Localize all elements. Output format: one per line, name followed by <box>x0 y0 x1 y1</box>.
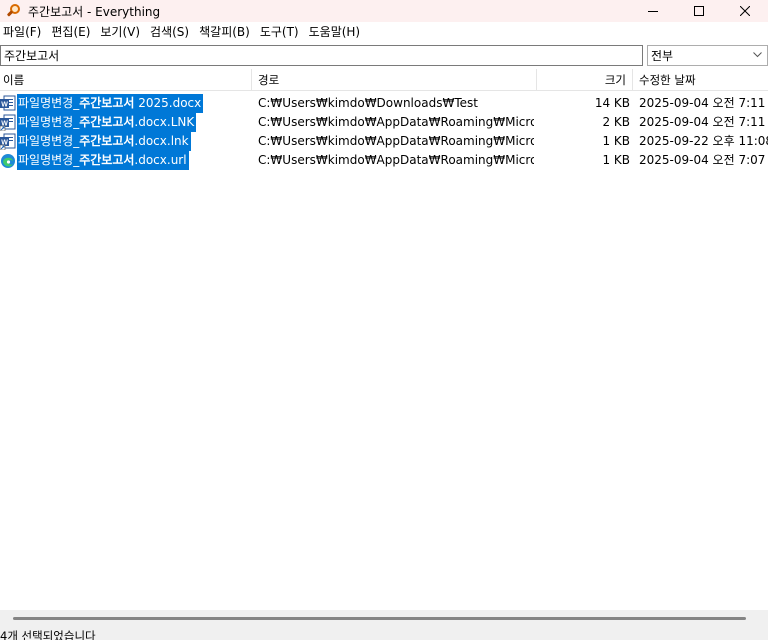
status-text: 4개 선택되었습니다 <box>0 629 96 640</box>
column-date[interactable]: 수정한 날짜 <box>639 69 696 91</box>
results-list: W 파일명변경_주간보고서 2025.docx C:₩Users₩kimdo₩D… <box>0 94 768 170</box>
column-divider[interactable] <box>536 69 537 91</box>
file-date: 2025-09-04 오전 7:11 <box>639 96 766 110</box>
filter-dropdown[interactable]: 전부 <box>647 45 768 66</box>
menu-help[interactable]: 도움말(H) <box>305 22 367 43</box>
column-path[interactable]: 경로 <box>258 69 279 91</box>
file-size: 14 KB <box>594 96 630 110</box>
title-bar: 주간보고서 - Everything <box>0 0 768 22</box>
word-shortcut-icon: W <box>0 114 16 131</box>
menu-file[interactable]: 파일(F) <box>0 22 47 43</box>
column-size[interactable]: 크기 <box>540 69 626 91</box>
file-date: 2025-09-04 오전 7:11 <box>639 115 766 129</box>
menu-tools[interactable]: 도구(T) <box>256 22 305 43</box>
menu-bar: 파일(F) 편집(E) 보기(V) 검색(S) 책갈피(B) 도구(T) 도움말… <box>0 22 768 43</box>
close-icon <box>740 6 750 16</box>
file-name[interactable]: 파일명변경_주간보고서 2025.docx <box>17 94 204 113</box>
file-date: 2025-09-04 오전 7:07 <box>639 153 766 167</box>
menu-view[interactable]: 보기(V) <box>96 22 146 43</box>
file-size: 1 KB <box>602 153 630 167</box>
menu-edit[interactable]: 편집(E) <box>47 22 96 43</box>
word-shortcut-icon: W <box>0 133 16 150</box>
menu-search[interactable]: 검색(S) <box>146 22 195 43</box>
magnifier-icon <box>6 3 22 19</box>
table-row[interactable]: 파일명변경_주간보고서.docx.url C:₩Users₩kimdo₩AppD… <box>0 151 768 170</box>
column-divider[interactable] <box>251 69 252 91</box>
file-size: 2 KB <box>602 115 630 129</box>
chevron-down-icon <box>753 52 762 58</box>
scrollbar-thumb[interactable] <box>13 617 746 620</box>
file-path: C:₩Users₩kimdo₩AppData₩Roaming₩Microsoft… <box>258 153 534 167</box>
file-path: C:₩Users₩kimdo₩Downloads₩Test <box>258 96 478 110</box>
filter-value: 전부 <box>651 49 674 63</box>
file-date: 2025-09-22 오후 11:08 <box>639 134 768 148</box>
horizontal-scrollbar[interactable] <box>0 610 768 626</box>
file-name[interactable]: 파일명변경_주간보고서.docx.LNK <box>17 113 197 132</box>
column-name[interactable]: 이름 <box>3 69 24 91</box>
table-row[interactable]: W 파일명변경_주간보고서 2025.docx C:₩Users₩kimdo₩D… <box>0 94 768 113</box>
file-path: C:₩Users₩kimdo₩AppData₩Roaming₩Microsoft… <box>258 115 534 129</box>
file-size: 1 KB <box>602 134 630 148</box>
column-header: 이름 경로 크기 수정한 날짜 <box>0 69 768 91</box>
word-document-icon: W <box>0 95 16 111</box>
maximize-icon <box>694 6 704 16</box>
close-button[interactable] <box>722 0 768 22</box>
file-path: C:₩Users₩kimdo₩AppData₩Roaming₩Microsoft… <box>258 134 534 148</box>
search-row: 전부 <box>0 44 768 66</box>
file-name[interactable]: 파일명변경_주간보고서.docx.url <box>17 151 189 170</box>
status-bar: 4개 선택되었습니다 <box>0 626 768 640</box>
column-divider[interactable] <box>632 69 633 91</box>
window-title: 주간보고서 - Everything <box>28 4 161 19</box>
maximize-button[interactable] <box>676 0 722 22</box>
svg-text:W: W <box>1 102 8 109</box>
minimize-icon <box>648 11 658 12</box>
file-name[interactable]: 파일명변경_주간보고서.docx.lnk <box>17 132 191 151</box>
search-input[interactable] <box>0 45 643 66</box>
table-row[interactable]: W 파일명변경_주간보고서.docx.LNK C:₩Users₩kimdo₩Ap… <box>0 113 768 132</box>
table-row[interactable]: W 파일명변경_주간보고서.docx.lnk C:₩Users₩kimdo₩Ap… <box>0 132 768 151</box>
menu-bookmarks[interactable]: 책갈피(B) <box>195 22 256 43</box>
minimize-button[interactable] <box>630 0 676 22</box>
edge-url-icon <box>1 154 15 168</box>
